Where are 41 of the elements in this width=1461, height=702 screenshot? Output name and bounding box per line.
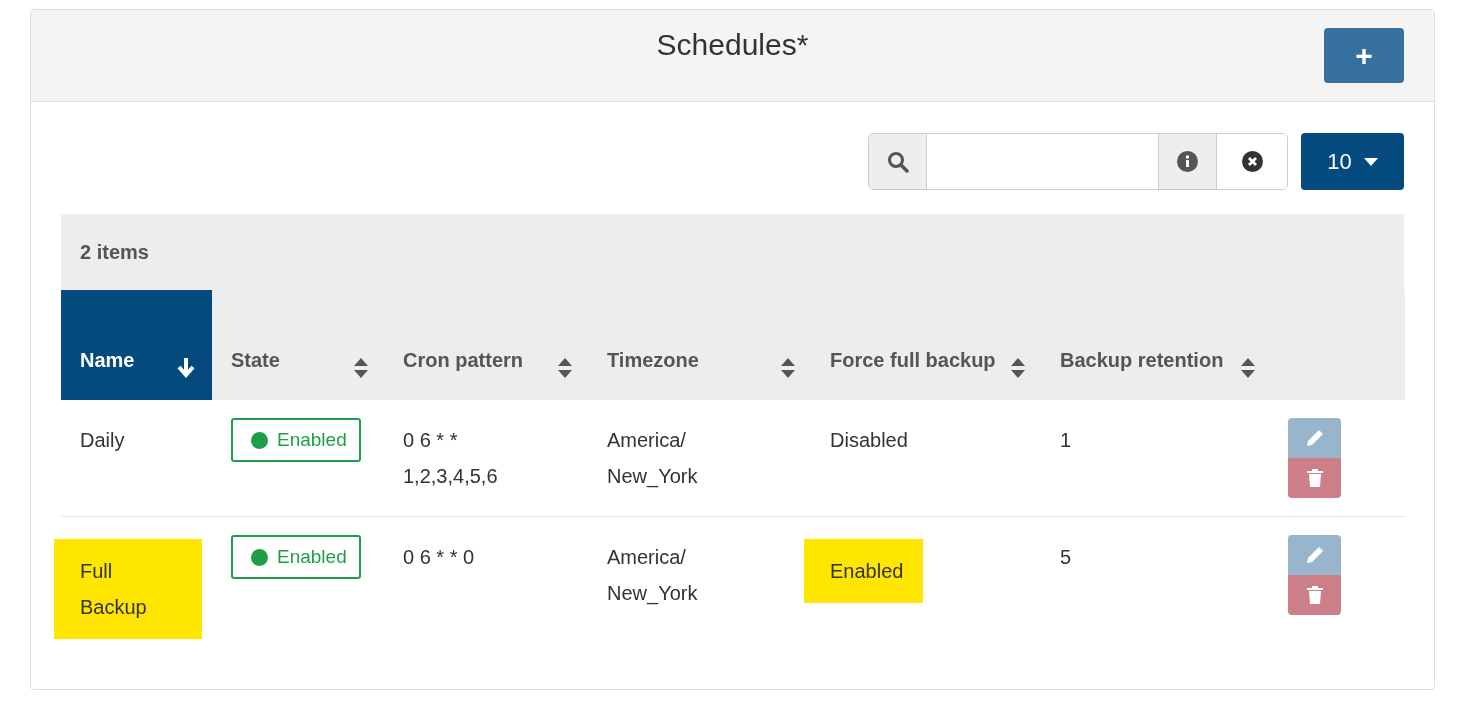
table-cell: 5 [1060,546,1072,568]
table-cell-text: America/ New_York [607,545,699,607]
trash-icon [1306,469,1323,487]
column-header[interactable]: Backup retention [1041,290,1271,400]
add-button[interactable]: + [1324,28,1404,83]
column-header[interactable]: Force full backup [811,290,1041,400]
column-header[interactable]: State [212,290,384,400]
status-badge: Enabled [231,418,361,462]
trash-icon [1306,586,1323,604]
delete-button[interactable] [1288,575,1341,615]
table-cell: 1 [1060,429,1072,451]
table-cell-text: Disabled [830,428,908,453]
table-cell: Full Backup [54,539,202,639]
info-icon [1177,151,1198,172]
search-icon [886,150,909,173]
table-cell-text: America/ New_York [607,428,699,490]
column-header[interactable]: Timezone [588,290,811,400]
edit-button[interactable] [1288,535,1341,575]
sort-icon [1241,358,1255,378]
pencil-icon [1305,429,1324,447]
delete-button[interactable] [1288,458,1341,498]
close-icon [1241,151,1263,172]
column-header[interactable]: Name [61,290,212,400]
sort-icon [1011,358,1025,378]
column-header[interactable]: Cron pattern [384,290,588,400]
edit-button[interactable] [1288,418,1341,458]
pencil-icon [1305,546,1324,564]
table-cell: Enabled [804,539,924,603]
caret-icon [1363,157,1378,166]
table-cell-text: 0 6 * * 1,2,3,4,5,6 [403,428,499,489]
sort-icon [354,358,368,378]
table-cell-text: Daily [80,428,125,453]
sort-down-arrow-icon [176,356,196,378]
card-title: Schedules* [655,28,810,62]
status-badge: Enabled [231,535,361,579]
search-field[interactable] [868,133,1288,190]
item-count: 2 items [61,214,1404,290]
page-size-dropdown[interactable]: 10 [1301,133,1404,190]
sort-icon [558,358,572,378]
table-cell-text: 0 6 * * 0 [403,545,475,570]
sort-icon [781,358,795,378]
